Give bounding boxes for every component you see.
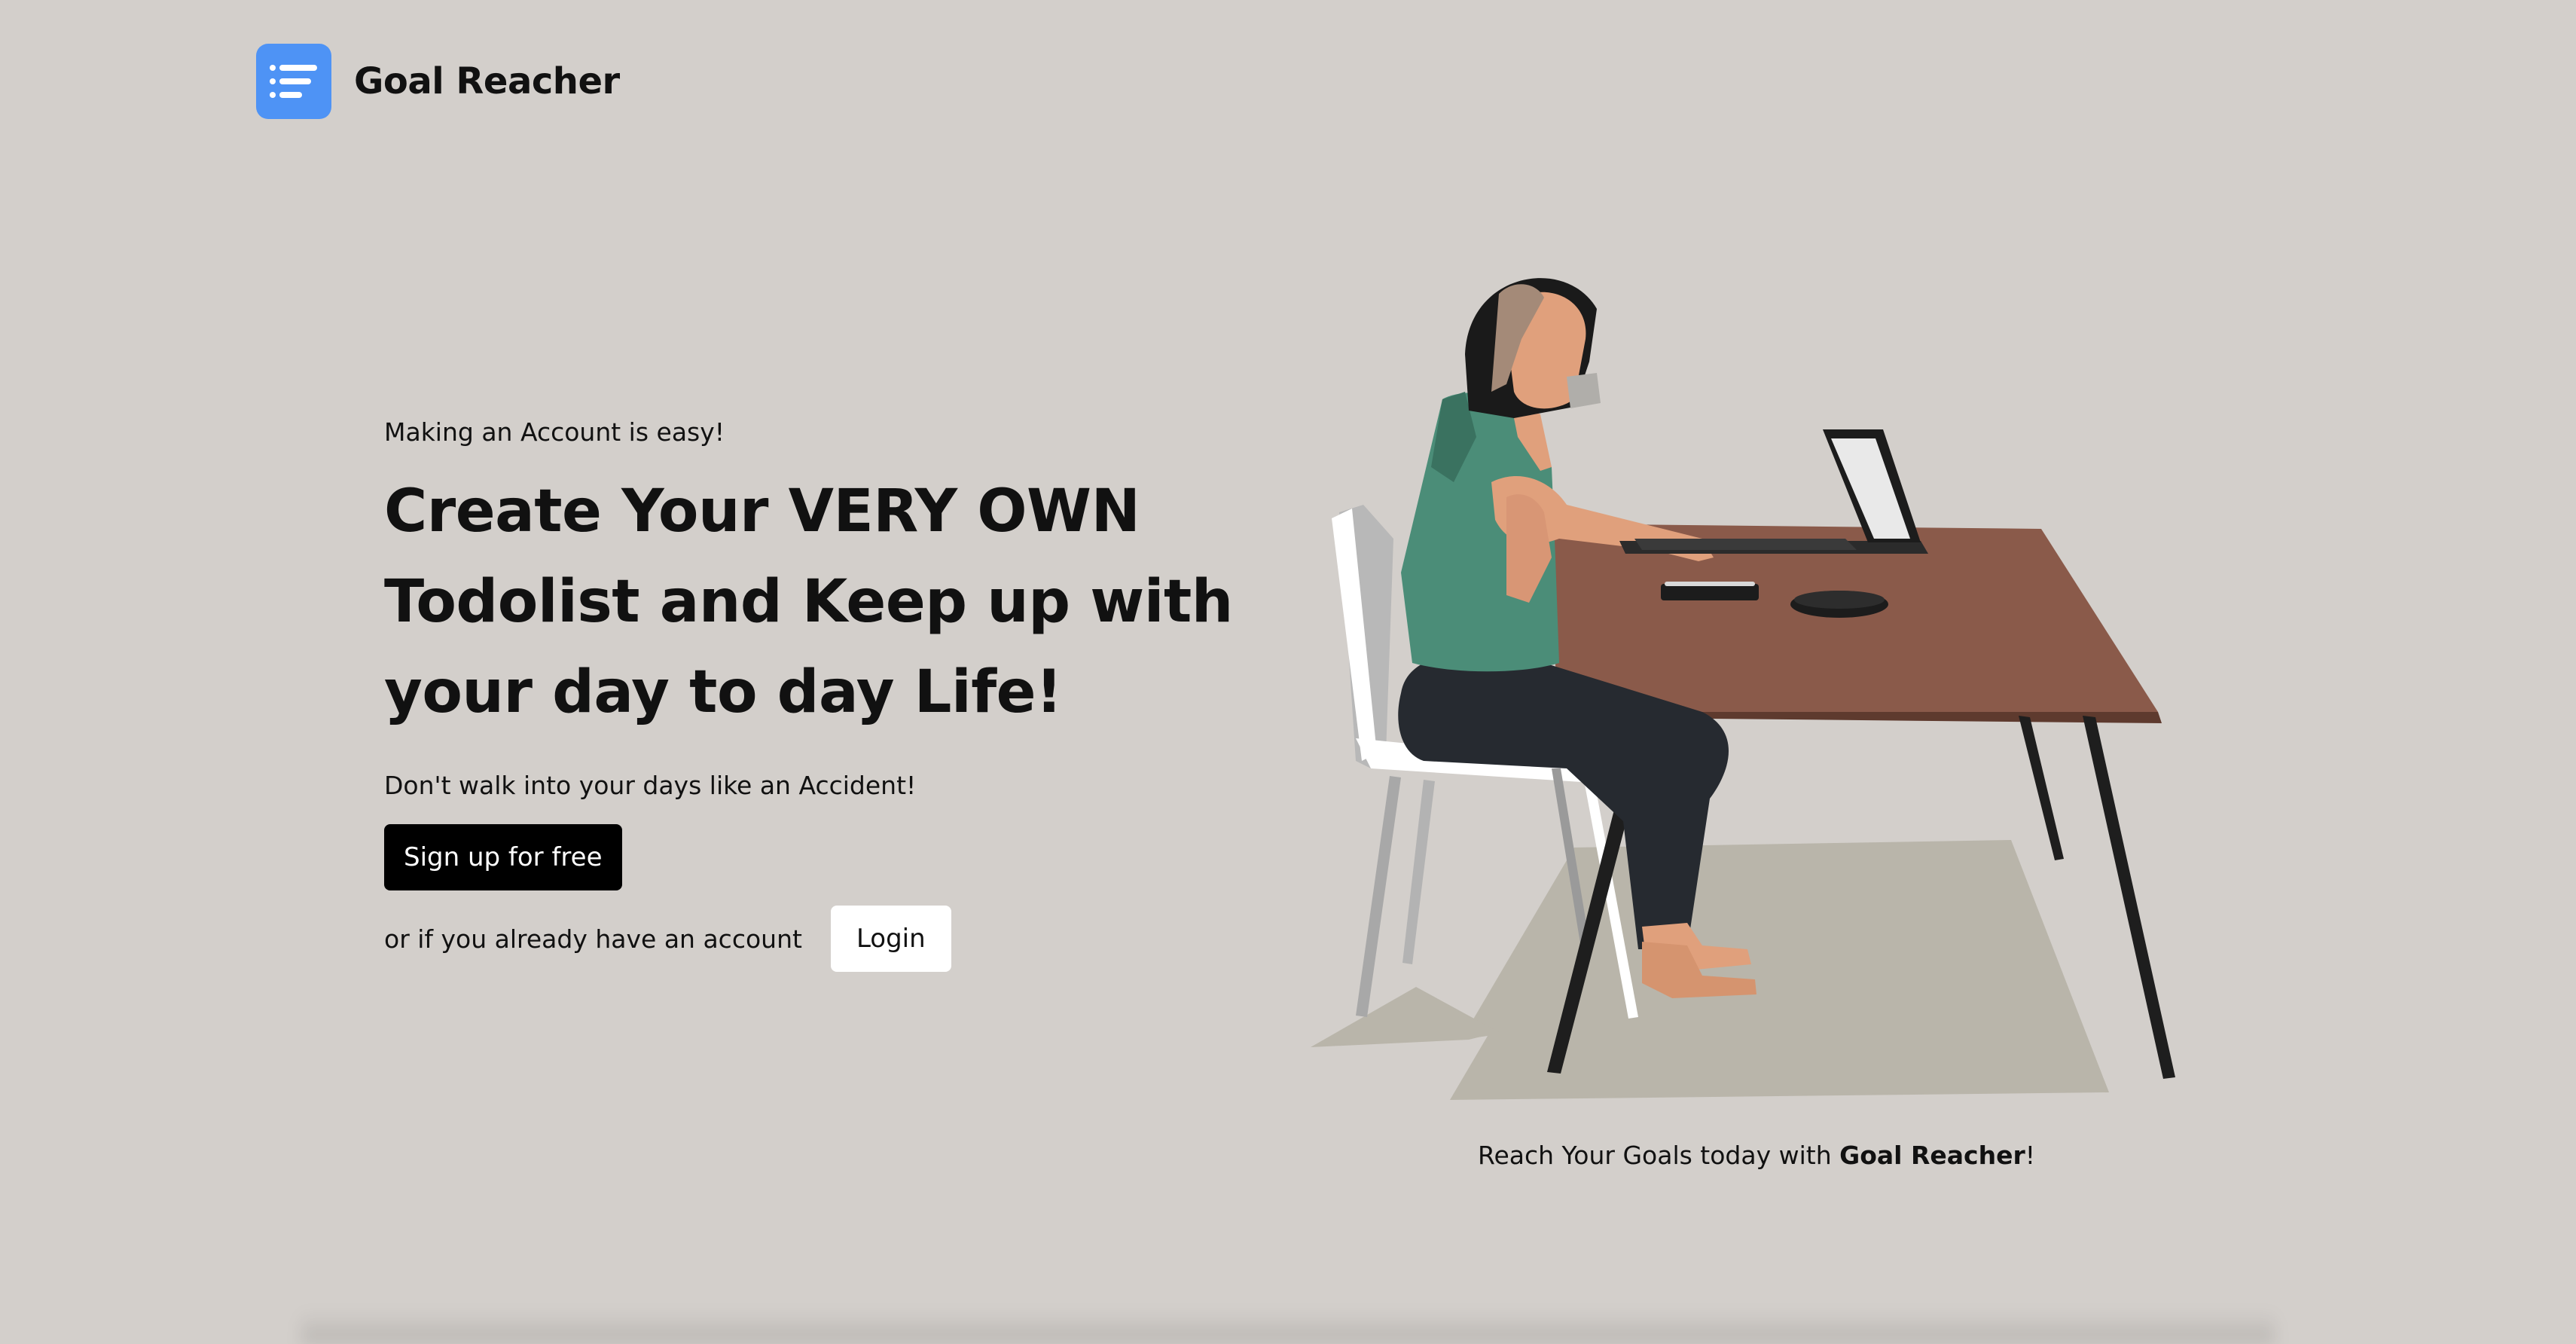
- brand-name: Goal Reacher: [354, 60, 620, 102]
- headline: Create Your VERY OWN Todolist and Keep u…: [384, 466, 1288, 738]
- woman-at-desk-illustration: [1280, 241, 2199, 1115]
- headline-line: Todolist and Keep up with: [384, 568, 1233, 636]
- headline-line: your day to day Life!: [384, 658, 1063, 726]
- caption: Reach Your Goals today with Goal Reacher…: [1478, 1141, 2035, 1170]
- caption-prefix: Reach Your Goals today with: [1478, 1141, 1840, 1170]
- caption-suffix: !: [2025, 1141, 2035, 1170]
- headline-line: Create Your VERY OWN: [384, 478, 1140, 545]
- login-prompt: or if you already have an account: [384, 924, 802, 954]
- hero-section: Making an Account is easy! Create Your V…: [384, 417, 1288, 972]
- login-button[interactable]: Login: [830, 906, 951, 972]
- brand[interactable]: Goal Reacher: [256, 44, 620, 119]
- landing-page: Goal Reacher Making an Account is easy! …: [0, 0, 2576, 1344]
- eyebrow-text: Making an Account is easy!: [384, 417, 725, 447]
- list-icon: [256, 44, 331, 119]
- bottom-shadow: [301, 1311, 2275, 1344]
- caption-brand: Goal Reacher: [1839, 1141, 2025, 1170]
- subline-text: Don't walk into your days like an Accide…: [384, 771, 917, 800]
- signup-button[interactable]: Sign up for free: [384, 824, 622, 890]
- login-row: or if you already have an account Login: [384, 906, 1288, 972]
